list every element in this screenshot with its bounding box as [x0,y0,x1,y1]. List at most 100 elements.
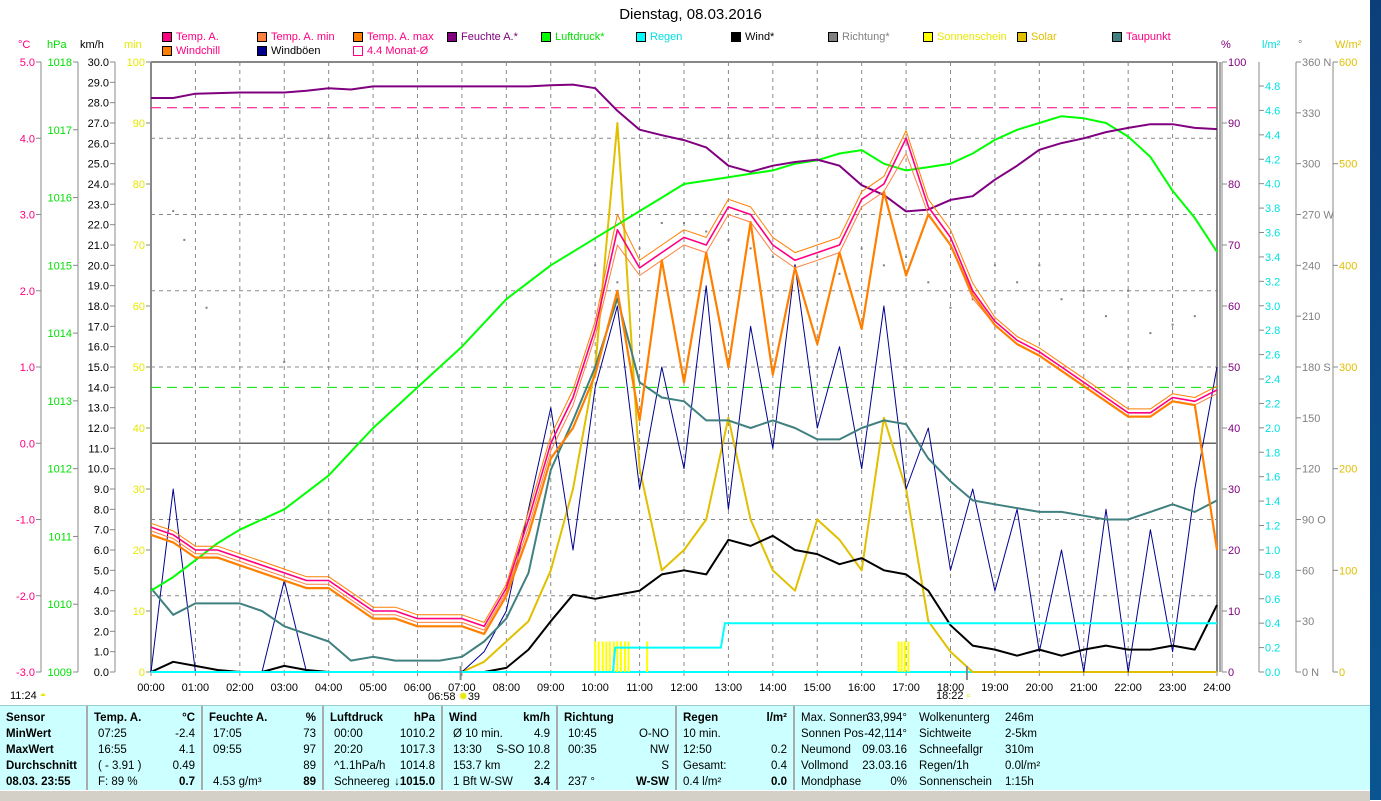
direction-point [1082,289,1085,292]
rain-tick-label: 4.0 [1265,179,1280,191]
wind-tick-label: 3.0 [94,606,109,618]
temp-unit: °C [182,712,195,724]
sunset-time: 18:22 [936,690,964,702]
wind-tick-label: 2.0 [94,626,109,638]
row-label-avg: Durchschnitt [6,760,77,772]
legend-item: Temp. A. min [257,31,335,43]
pressure-value: ↓1015.0 [394,776,435,788]
direction-point [172,210,175,213]
rain-tick-label: 0.4 [1265,618,1280,630]
temp-row: 07:25 -2.4 [94,726,195,742]
humidity-tick-label: 90 [1228,118,1240,130]
temp-time: 07:25 [98,728,127,740]
weather-value: 1:15h [1005,776,1034,788]
direction-point [927,281,930,284]
pressure-time: 00:00 [334,728,363,740]
humidity-tick-label: 0 [1228,667,1234,679]
wind-tick-label: 19.0 [88,281,109,293]
sun-tick-label: 20 [133,545,145,557]
col-direction: Richtung 10:45 O-NO 00:35 NW S 237 ° W-SW [558,706,677,790]
direction-time: 00:35 [568,744,597,756]
unit-solar: W/m² [1335,39,1362,51]
weather-label: Sichtweite [919,728,972,740]
series-line-solar [151,122,1217,673]
pressure-tick-label: 1009 [48,667,72,679]
weather-label: Wolkenunterg [919,712,990,724]
direction-point [816,255,819,258]
pressure-time: ^1.1hPa/h [334,760,386,772]
temp-row: 16:55 4.1 [94,742,195,758]
rain-header-row: Regen l/m² [683,710,787,726]
wind-row: 13:30 S-SO 10.8 [449,742,550,758]
temp-tick-label: 5.0 [20,57,35,69]
direction-point [882,264,885,267]
humidity-time: 09:55 [213,744,242,756]
rain-tick-label: 0.8 [1265,569,1280,581]
legend-label: Regen [650,31,683,43]
wind-tick-label: 5.0 [94,565,109,577]
wind-header-row: Wind km/h [449,710,550,726]
temp-header: Temp. A. [94,712,142,724]
legend-item: Windböen [257,45,321,57]
direction-point [993,264,996,267]
rain-tick-label: 3.6 [1265,228,1280,240]
col-rain: Regen l/m² 10 min. 12:50 0.2 Gesamt: 0.4 0.4 l/… [677,706,795,790]
col-weather: Wolkenunterg 246m Sichtweite 2-5km Schneefal… [913,706,1063,790]
direction-point [616,281,619,284]
legend-label: Temp. A. max [367,31,434,43]
time-tick-label: 14:00 [759,682,787,694]
wind-tick-label: 22.0 [88,220,109,232]
time-tick-label: 12:00 [670,682,698,694]
pressure-row: Schneereg ↓1015.0 [330,774,435,790]
col-astro: Max. Sonnen 33,994° Sonnen Pos -42,114° Neum… [795,706,913,790]
chart-title: Dienstag, 08.03.2016 [619,6,762,23]
rain-tick-label: 1.4 [1265,496,1280,508]
wind-tick-label: 11.0 [88,443,109,455]
direction-point [683,221,685,224]
wind-tick-label: 30.0 [88,57,109,69]
direction-point [1038,264,1041,267]
humidity-tick-label: 100 [1228,57,1246,69]
col-humidity: Feuchte A.% 17:05 73 09:55 97 89 4.53 g/m³ 89 [203,706,324,790]
legend-label: Temp. A. [176,31,219,43]
legend-label: Sonnenschein [937,31,1007,43]
temp-value: 0.49 [172,760,195,772]
temp-tick-label: 2.0 [20,286,35,298]
sunshine-bar [594,641,597,672]
legend-swatch [447,32,457,42]
humidity-row: 4.53 g/m³ 89 [209,774,316,790]
direction-tick-label: 0 N [1302,667,1319,679]
direction-time: 237 ° [568,776,595,788]
direction-row: 237 ° W-SW [564,774,669,790]
time-tick-label: 01:00 [182,682,210,694]
pressure-tick-label: 1013 [48,396,72,408]
wind-tick-label: 29.0 [88,77,109,89]
wind-tick-label: 18.0 [88,301,109,313]
astro-label: Mondphase [801,776,862,788]
rain-tick-label: 4.6 [1265,105,1280,117]
unit-humidity: % [1221,39,1231,51]
astro-row: Neumond 09.03.16 [801,742,907,758]
sunrise-value: 39 [467,691,481,703]
unit-wind: km/h [80,39,104,51]
sunset-marker: 18:22 ▫ [936,690,971,702]
wind-tick-label: 0.0 [94,667,109,679]
direction-header: Richtung [564,712,614,724]
sunshine-bar [597,641,600,672]
rain-tick-label: 3.0 [1265,301,1280,313]
legend-item: Temp. A. max [353,31,434,43]
direction-row: 10:45 O-NO [564,726,669,742]
temp-tick-label: 4.0 [20,133,35,145]
time-tick-label: 05:00 [359,682,387,694]
legend-swatch [541,32,551,42]
time-tick-label: 21:00 [1070,682,1098,694]
legend-swatch [1112,32,1122,42]
direction-point [1171,323,1174,326]
rain-row: 12:50 0.2 [683,742,787,758]
time-tick-label: 19:00 [981,682,1009,694]
legend-label: Temp. A. min [271,31,335,43]
direction-value: S [661,760,669,772]
wind-row: Ø 10 min. 4.9 [449,726,550,742]
pressure-value: 1017.3 [399,744,435,756]
rain-value: 0.2 [771,744,787,756]
